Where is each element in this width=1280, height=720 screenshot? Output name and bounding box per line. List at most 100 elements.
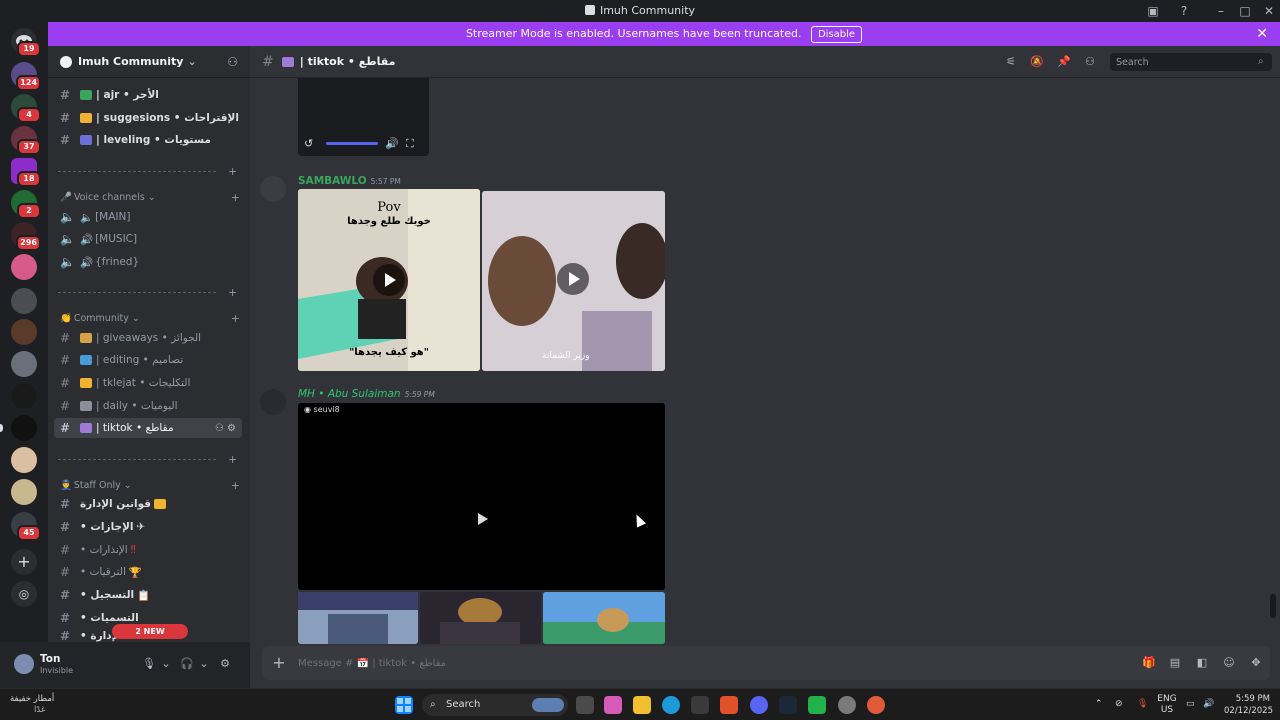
sticker-icon[interactable]: ◧ <box>1195 656 1209 670</box>
server-icon[interactable] <box>11 479 37 505</box>
channel-item[interactable]: # | daily • اليوميات <box>54 396 242 416</box>
channel-item[interactable]: # | suggesions • الإقتراحات <box>54 108 242 128</box>
play-icon[interactable] <box>478 513 488 525</box>
server-icon[interactable] <box>11 288 37 314</box>
channel-item[interactable]: # | giveaways • الجوائز <box>54 328 242 348</box>
volume-icon[interactable]: 🔊 <box>385 137 399 150</box>
guild-header[interactable]: Imuh Community ⌄ ⚇ <box>48 46 250 78</box>
channel-item-active[interactable]: # | tiktok • مقاطع ⚇ ⚙ <box>54 418 242 438</box>
channel-item[interactable]: # | ajr • الأجر <box>54 85 242 105</box>
task-view-icon[interactable] <box>576 696 594 714</box>
display-icon[interactable]: ▭ <box>1186 699 1195 709</box>
threads-icon[interactable]: ⚟ <box>1004 55 1018 69</box>
disable-button[interactable]: Disable <box>810 26 863 43</box>
add-channel-icon[interactable]: + <box>231 312 240 325</box>
mic-tray-icon[interactable]: 🎙 <box>1137 699 1148 709</box>
mic-icon[interactable]: 🎙 <box>142 657 156 671</box>
server-icon[interactable] <box>11 415 37 441</box>
steam-icon[interactable] <box>779 696 797 714</box>
message-author[interactable]: MH • Abu Sulaiman 5:59 PM <box>298 388 435 400</box>
pin-icon[interactable]: 📌 <box>1057 55 1071 69</box>
channel-item[interactable]: # • الإنذارات ‼ <box>54 540 242 560</box>
invite-settings-icons[interactable]: ⚇ ⚙ <box>215 423 236 434</box>
chevron-down-icon[interactable]: ⌄ <box>159 657 173 671</box>
play-button[interactable] <box>557 263 589 295</box>
voice-channel-item[interactable]: 🔈 🔊 {frined} <box>54 252 242 272</box>
apps-icon[interactable]: ✥ <box>1249 656 1263 670</box>
video-attachment[interactable]: وزير الشماتة <box>482 191 665 371</box>
chrome-icon[interactable] <box>867 696 885 714</box>
volume-slider[interactable] <box>326 142 378 145</box>
avatar[interactable] <box>260 389 286 415</box>
member-list-icon[interactable]: ⚇ <box>1083 55 1097 69</box>
close-window-icon[interactable]: ✕ <box>1261 3 1277 19</box>
new-mentions-pill[interactable]: 2 NEW MENTIONS <box>112 624 188 651</box>
category-voice[interactable]: 🎤 Voice channels ⌄ + <box>60 190 240 204</box>
brave-icon[interactable] <box>720 696 738 714</box>
discover-icon[interactable]: ◎ <box>11 581 37 607</box>
server-icon[interactable]: 2 <box>11 190 41 219</box>
channel-item[interactable]: # • الإجازات ✈ <box>54 517 242 537</box>
search-input[interactable] <box>1110 53 1272 71</box>
invite-people-icon[interactable]: ⚇ <box>227 55 238 69</box>
category-staff[interactable]: 👮 Staff Only ⌄ + <box>60 478 240 492</box>
server-folder-icon[interactable]: 45 <box>11 512 41 541</box>
server-icon[interactable]: 4 <box>11 94 41 123</box>
notification-bell-icon[interactable]: 🔕 <box>1030 55 1044 69</box>
video-player[interactable]: ◉ seuvi8 <box>298 403 665 590</box>
add-channel-icon[interactable]: + <box>231 479 240 492</box>
server-icon[interactable]: 18 <box>11 158 41 187</box>
server-icon[interactable]: 37 <box>11 126 41 155</box>
server-icon[interactable]: 124 <box>11 62 41 91</box>
app-icon[interactable] <box>838 696 856 714</box>
discord-icon[interactable] <box>750 696 768 714</box>
weather-widget[interactable]: أمطار خفيفة غدًا <box>10 694 54 716</box>
channel-item[interactable]: # • التسجيل 📋 <box>54 585 242 605</box>
voice-channel-item[interactable]: 🔈 🔊 [MUSIC] <box>54 229 242 249</box>
chevron-up-icon[interactable]: ⌃ <box>1095 699 1103 709</box>
gif-icon[interactable]: ▤ <box>1168 656 1182 670</box>
maximize-icon[interactable]: □ <box>1237 3 1253 19</box>
voice-channel-item[interactable]: 🔈 🔈 [MAIN] <box>54 207 242 227</box>
author-name[interactable]: MH • Abu Sulaiman <box>298 388 401 400</box>
inbox-icon[interactable]: ▣ <box>1145 3 1161 19</box>
channel-item[interactable]: # | leveling • مستويات <box>54 130 242 150</box>
emoji-icon[interactable]: ☺ <box>1222 656 1236 670</box>
taskbar-search[interactable]: ⌕ Search <box>422 694 568 716</box>
windows-start-icon[interactable] <box>395 696 413 714</box>
server-icon[interactable] <box>11 319 37 345</box>
replay-icon[interactable]: ↺ <box>304 137 313 150</box>
channel-item[interactable]: # • الترقيات 🏆 <box>54 562 242 582</box>
video-attachment[interactable]: Pov خويك طلع وجدها "هو كيف يجدها" <box>298 189 480 371</box>
minimize-icon[interactable]: – <box>1213 3 1229 19</box>
copilot-icon[interactable] <box>604 696 622 714</box>
server-icon[interactable] <box>11 254 37 280</box>
app-icon[interactable] <box>808 696 826 714</box>
play-button[interactable] <box>373 264 405 296</box>
video-player[interactable]: ↺ 🔊 ⛶ <box>298 78 429 156</box>
server-icon[interactable] <box>11 351 37 377</box>
close-banner-icon[interactable]: ✕ <box>1256 22 1268 46</box>
help-icon[interactable]: ? <box>1176 3 1192 19</box>
server-icon[interactable] <box>11 383 37 409</box>
settings-icon[interactable]: ⚙ <box>218 657 232 671</box>
add-server-icon[interactable]: + <box>11 549 37 575</box>
avatar[interactable] <box>14 654 34 674</box>
video-thumbnail-strip[interactable] <box>543 592 665 644</box>
add-icon[interactable]: + <box>228 165 237 178</box>
network-off-icon[interactable]: ⊘ <box>1115 699 1123 709</box>
video-thumbnail-strip[interactable] <box>298 592 418 644</box>
gift-icon[interactable]: 🎁 <box>1142 656 1156 670</box>
file-explorer-icon[interactable] <box>633 696 651 714</box>
chevron-down-icon[interactable]: ⌄ <box>197 657 211 671</box>
avatar[interactable] <box>260 176 286 202</box>
taskbar-clock[interactable]: 5:59 PM 02/12/2025 <box>1224 693 1273 717</box>
message-author[interactable]: SAMBAWLO 5:57 PM <box>298 175 401 187</box>
username[interactable]: Ton <box>40 653 60 665</box>
store-icon[interactable] <box>691 696 709 714</box>
server-icon[interactable] <box>11 447 37 473</box>
channel-item[interactable]: # | editing • تصاميم <box>54 350 242 370</box>
message-input[interactable] <box>298 654 1098 672</box>
channel-item[interactable]: # | tklejat • التكليجات <box>54 373 242 393</box>
headphones-icon[interactable]: 🎧 <box>180 657 194 671</box>
